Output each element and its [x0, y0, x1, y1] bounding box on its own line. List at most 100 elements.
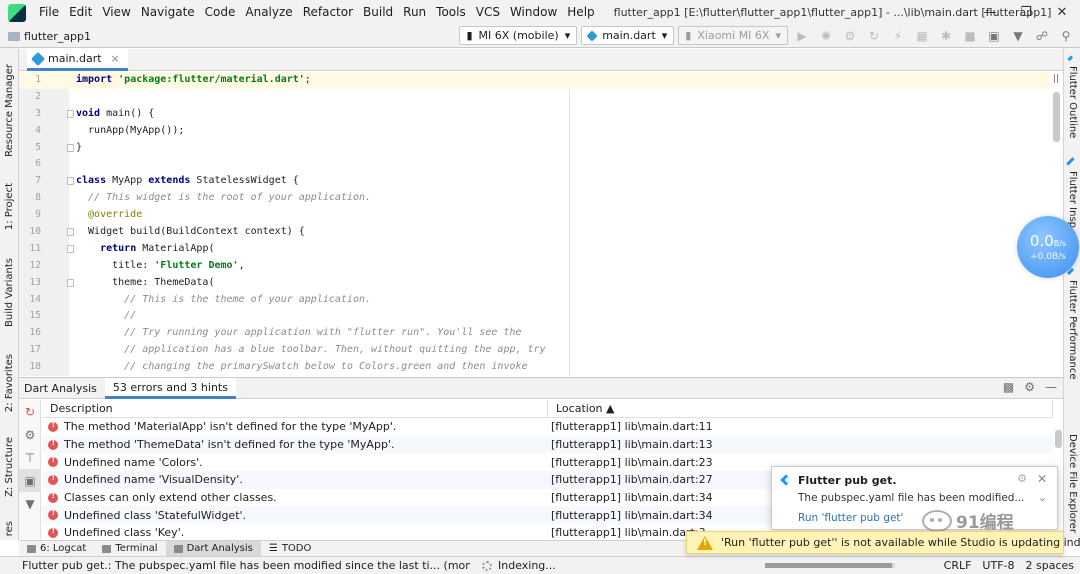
menu-item-analyze[interactable]: Analyze [240, 0, 297, 25]
target-selector[interactable]: ▮ Xiaomi MI 6X ▾ [678, 26, 788, 45]
menu-item-run[interactable]: Run [398, 0, 431, 25]
hot-reload-icon[interactable]: ⚡ [888, 26, 908, 45]
tab-res[interactable]: res [1, 518, 18, 540]
settings-icon[interactable]: ⚙ [19, 423, 41, 446]
breadcrumb[interactable]: flutter_app1 [8, 30, 91, 43]
panel-scrollbar[interactable] [1055, 430, 1062, 448]
tab-terminal[interactable]: Terminal [94, 541, 165, 557]
row-description-text: Classes can only extend other classes. [64, 491, 277, 505]
table-row[interactable]: The method 'ThemeData' isn't defined for… [42, 435, 1053, 454]
project-structure-icon[interactable]: ▣ [984, 26, 1004, 45]
tab-flutter-outline[interactable]: Flutter Outline [1064, 55, 1080, 138]
tab-todo[interactable]: ☰ TODO [261, 541, 320, 557]
code-editor[interactable]: 1 import 'package:flutter/material.dart';… [19, 72, 1063, 376]
menu-item-view[interactable]: View [97, 0, 135, 25]
editor-tab-main-dart[interactable]: main.dart × [27, 49, 128, 71]
debug-icon[interactable]: ✺ [816, 26, 836, 45]
tab-project[interactable]: 1: Project [1, 176, 18, 238]
flutter-icon [1067, 55, 1078, 66]
device-selector[interactable]: ▮ MI 6X (mobile) ▾ [459, 26, 578, 45]
tab-resource-manager[interactable]: Resource Manager [1, 60, 18, 160]
restore-icon[interactable]: ❐ [1008, 0, 1044, 25]
indent-setting[interactable]: 2 spaces [1026, 557, 1075, 574]
attach-icon[interactable]: ↻ [864, 26, 884, 45]
tab-label: 2: Favorites [4, 353, 15, 413]
fold-marker-icon[interactable] [67, 143, 74, 152]
group-by-icon[interactable]: ▣ [19, 469, 41, 492]
column-description[interactable]: Description [42, 400, 548, 417]
code-token: // application has a blue toolbar. Then,… [76, 344, 546, 356]
minimize-icon[interactable]: — [972, 0, 1008, 25]
tab-errors-hints[interactable]: 53 errors and 3 hints [104, 377, 236, 399]
profile-icon[interactable]: ⚙ [840, 26, 860, 45]
stop-icon[interactable]: ■ [960, 26, 980, 45]
menu-item-window[interactable]: Window [505, 0, 562, 25]
status-message[interactable]: Flutter pub get.: The pubspec.yaml file … [0, 559, 470, 572]
fold-marker-icon[interactable] [67, 278, 74, 287]
avd-manager-icon[interactable]: ☍ [1032, 26, 1052, 45]
fold-marker-icon[interactable] [67, 109, 74, 118]
breadcrumb-project[interactable]: flutter_app1 [24, 30, 91, 43]
fold-marker-icon[interactable] [67, 177, 74, 186]
error-icon [48, 526, 58, 538]
gear-icon[interactable]: ⚙ [1024, 380, 1035, 394]
tab-flutter-inspector[interactable]: Flutter Insp [1064, 156, 1080, 228]
code-line: 5} [19, 140, 1049, 157]
menu-item-build[interactable]: Build [358, 0, 398, 25]
comment-icon[interactable]: ▩ [1003, 380, 1014, 394]
hide-panel-icon[interactable]: — [1045, 380, 1057, 394]
menu-item-file[interactable]: File [34, 0, 64, 25]
menu-item-code[interactable]: Code [200, 0, 241, 25]
row-location: [flutterapp1] lib\main.dart:13 [551, 438, 713, 452]
chevron-down-icon[interactable]: ⌄ [1038, 491, 1047, 504]
column-location[interactable]: Location ▲ [548, 400, 1053, 417]
close-tab-icon[interactable]: × [111, 52, 120, 65]
menu-item-vcs[interactable]: VCS [471, 0, 505, 25]
code-token: StatelessWidget { [196, 175, 299, 187]
run-pub-get-link[interactable]: Run 'flutter pub get' [798, 512, 903, 524]
tab-dart-analysis[interactable]: Dart Analysis [165, 540, 261, 557]
menu-item-tools[interactable]: Tools [431, 0, 471, 25]
bug-icon[interactable]: ✱ [936, 26, 956, 45]
file-encoding[interactable]: UTF-8 [982, 557, 1014, 574]
row-description-text: Undefined name 'VisualDensity'. [64, 473, 243, 487]
run-config-selector[interactable]: main.dart ▾ [581, 26, 675, 45]
table-row[interactable]: The method 'MaterialApp' isn't defined f… [42, 418, 1053, 436]
line-number: 10 [29, 226, 41, 238]
menu-item-help[interactable]: Help [562, 0, 599, 25]
fold-marker-icon[interactable] [67, 228, 74, 237]
tab-logcat[interactable]: 6: Logcat [19, 541, 94, 557]
tab-favorites[interactable]: 2: Favorites [1, 348, 18, 418]
tab-build-variants[interactable]: Build Variants [1, 253, 18, 331]
code-text: runApp(MyApp()); [76, 123, 184, 140]
phone-icon: ▮ [466, 29, 473, 42]
menu-item-edit[interactable]: Edit [64, 0, 97, 25]
row-description: Undefined name 'VisualDensity'. [42, 473, 548, 486]
tab-structure[interactable]: Z: Structure [1, 434, 18, 500]
menu-item-refactor[interactable]: Refactor [298, 0, 358, 25]
code-token: title: [76, 259, 155, 271]
inspection-marker-icon[interactable]: || [1053, 74, 1059, 84]
tab-flutter-performance[interactable]: Flutter Performance [1064, 267, 1080, 380]
sdk-manager-icon[interactable]: ▼ [1008, 26, 1028, 45]
close-icon[interactable]: ✕ [1037, 472, 1047, 486]
editor-scrollbar[interactable] [1053, 92, 1060, 142]
row-description-text: Undefined class 'Key'. [64, 526, 185, 540]
tab-device-file-explorer[interactable]: Device File Explorer [1064, 433, 1080, 533]
refresh-icon[interactable]: ↻ [19, 400, 41, 423]
pin-icon[interactable]: ⊤ [19, 446, 41, 469]
line-number: 14 [29, 293, 41, 305]
filter-icon[interactable]: ▼ [19, 492, 41, 515]
close-icon[interactable]: ✕ [1044, 0, 1080, 25]
line-separator[interactable]: CRLF [944, 557, 972, 574]
indexing-label: Indexing... [498, 559, 556, 572]
network-speed-widget: 0.0B/s +0.0B/s [1017, 216, 1079, 278]
code-token: class [76, 175, 113, 187]
fold-marker-icon[interactable] [67, 244, 74, 253]
device-manager-icon[interactable]: ▦ [912, 26, 932, 45]
search-icon[interactable]: ⚲ [1056, 26, 1076, 45]
run-icon[interactable]: ▶ [792, 26, 812, 45]
gear-icon[interactable]: ⚙ [1017, 472, 1027, 485]
menu-item-navigate[interactable]: Navigate [136, 0, 200, 25]
